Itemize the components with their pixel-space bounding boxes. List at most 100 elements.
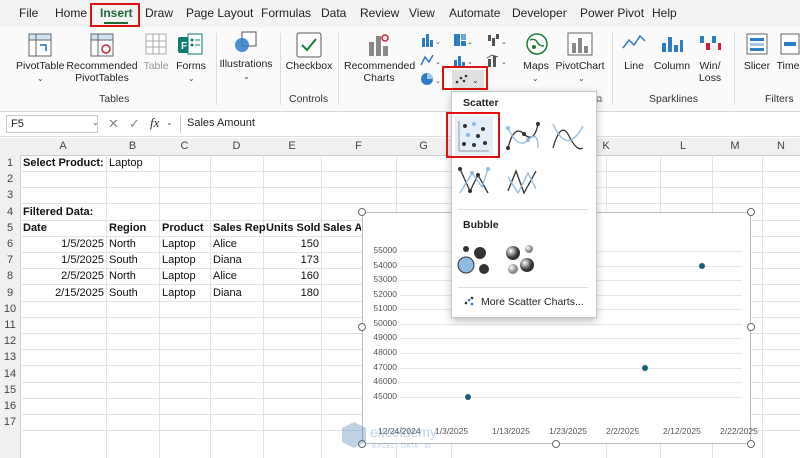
waterfall-chart-icon[interactable]: ⌄ bbox=[486, 32, 508, 51]
row-header[interactable]: 2 bbox=[0, 173, 20, 185]
resize-handle[interactable] bbox=[747, 208, 755, 216]
maps-label[interactable]: Maps bbox=[518, 60, 554, 72]
forms-icon[interactable]: F bbox=[178, 33, 204, 60]
menu-draw[interactable]: Draw bbox=[145, 6, 173, 20]
resize-handle[interactable] bbox=[552, 440, 560, 448]
menu-power-pivot[interactable]: Power Pivot bbox=[580, 6, 644, 20]
line-chart-icon[interactable]: ⌄ bbox=[420, 52, 442, 71]
table-cell-product[interactable]: Laptop bbox=[162, 287, 196, 299]
chevron-down-icon[interactable]: ⌄ bbox=[166, 118, 173, 127]
row-header[interactable]: 5 bbox=[0, 222, 20, 234]
insert-function-button[interactable]: fx bbox=[150, 115, 159, 131]
column-header-l[interactable]: L bbox=[660, 140, 706, 152]
name-box-chevron-icon[interactable]: ⌄ bbox=[92, 118, 99, 127]
menu-data[interactable]: Data bbox=[321, 6, 346, 20]
pie-chart-icon[interactable]: ⌄ bbox=[420, 71, 442, 90]
table-cell-region[interactable]: South bbox=[109, 254, 138, 266]
sparkline-winloss-icon[interactable] bbox=[698, 33, 722, 56]
chevron-down-icon[interactable]: ⌄ bbox=[243, 72, 250, 81]
sparkline-column-icon[interactable] bbox=[660, 33, 684, 56]
recommended-charts-label-1[interactable]: Recommended bbox=[344, 60, 415, 72]
cell-c5[interactable]: Product bbox=[162, 222, 204, 234]
scatter-point[interactable] bbox=[699, 262, 706, 269]
column-header-e[interactable]: E bbox=[263, 140, 321, 152]
scatter-point[interactable] bbox=[642, 364, 649, 371]
row-header[interactable]: 8 bbox=[0, 270, 20, 282]
table-cell-date[interactable]: 2/5/2025 bbox=[20, 270, 104, 282]
column-header-a[interactable]: A bbox=[20, 140, 106, 152]
row-header[interactable]: 10 bbox=[0, 303, 20, 315]
resize-handle[interactable] bbox=[358, 208, 366, 216]
scatter-smooth-lines-option[interactable] bbox=[548, 117, 586, 155]
hierarchy-chart-icon[interactable]: ⌄ bbox=[452, 32, 474, 51]
resize-handle[interactable] bbox=[358, 323, 366, 331]
menu-review[interactable]: Review bbox=[360, 6, 399, 20]
resize-handle[interactable] bbox=[747, 323, 755, 331]
pivottable-label[interactable]: PivotTable bbox=[16, 60, 64, 72]
table-cell-region[interactable]: South bbox=[109, 287, 138, 299]
bubble-option[interactable] bbox=[455, 240, 493, 278]
row-header[interactable]: 9 bbox=[0, 287, 20, 299]
cancel-icon[interactable]: ✕ bbox=[108, 116, 119, 132]
row-header[interactable]: 6 bbox=[0, 238, 20, 250]
column-header-n[interactable]: N bbox=[762, 140, 800, 152]
recommended-pivottables-icon[interactable] bbox=[90, 33, 114, 60]
row-header[interactable]: 16 bbox=[0, 400, 20, 412]
sparkline-winloss-label-2[interactable]: Loss bbox=[694, 72, 726, 84]
chevron-down-icon[interactable]: ⌄ bbox=[532, 74, 539, 83]
row-header[interactable]: 3 bbox=[0, 189, 20, 201]
column-header-f[interactable]: F bbox=[321, 140, 396, 152]
table-cell-date[interactable]: 1/5/2025 bbox=[20, 254, 104, 266]
scatter-straight-lines-markers-option[interactable] bbox=[455, 162, 493, 200]
column-header-b[interactable]: B bbox=[106, 140, 159, 152]
cell-a5[interactable]: Date bbox=[23, 222, 47, 234]
column-header-d[interactable]: D bbox=[210, 140, 263, 152]
table-cell-units[interactable]: 150 bbox=[263, 238, 319, 250]
recommended-charts-icon[interactable] bbox=[367, 32, 391, 61]
column-chart-icon[interactable]: ⌄ bbox=[420, 32, 442, 51]
row-header[interactable]: 11 bbox=[0, 319, 20, 331]
chevron-down-icon[interactable]: ⌄ bbox=[578, 74, 585, 83]
pivotchart-label[interactable]: PivotChart bbox=[552, 60, 608, 72]
table-cell-product[interactable]: Laptop bbox=[162, 254, 196, 266]
table-cell-region[interactable]: North bbox=[109, 270, 136, 282]
menu-page-layout[interactable]: Page Layout bbox=[186, 6, 253, 20]
scatter-smooth-lines-markers-option[interactable] bbox=[503, 117, 541, 155]
row-header[interactable]: 1 bbox=[0, 157, 20, 169]
menu-help[interactable]: Help bbox=[652, 6, 677, 20]
pivottable-icon[interactable] bbox=[28, 33, 52, 60]
menu-developer[interactable]: Developer bbox=[512, 6, 567, 20]
row-header[interactable]: 7 bbox=[0, 254, 20, 266]
cell-e5[interactable]: Units Sold bbox=[266, 222, 320, 234]
slicer-label[interactable]: Slicer bbox=[740, 60, 774, 72]
row-header[interactable]: 15 bbox=[0, 384, 20, 396]
cell-b5[interactable]: Region bbox=[109, 222, 146, 234]
table-cell-rep[interactable]: Diana bbox=[213, 287, 242, 299]
scatter-straight-lines-option[interactable] bbox=[503, 162, 541, 200]
row-header[interactable]: 13 bbox=[0, 351, 20, 363]
table-cell-rep[interactable]: Diana bbox=[213, 254, 242, 266]
name-box[interactable]: F5 bbox=[6, 115, 98, 133]
table-cell-date[interactable]: 2/15/2025 bbox=[20, 287, 104, 299]
table-cell-rep[interactable]: Alice bbox=[213, 238, 237, 250]
maps-icon[interactable] bbox=[525, 32, 549, 59]
sparkline-winloss-label-1[interactable]: Win/ bbox=[694, 60, 726, 72]
table-cell-rep[interactable]: Alice bbox=[213, 270, 237, 282]
row-header[interactable]: 17 bbox=[0, 416, 20, 428]
cell-f5[interactable]: Sales A bbox=[323, 222, 361, 234]
table-cell-date[interactable]: 1/5/2025 bbox=[20, 238, 104, 250]
recommended-charts-label-2[interactable]: Charts bbox=[344, 72, 414, 84]
pivotchart-icon[interactable] bbox=[567, 32, 593, 59]
cell-b1[interactable]: Laptop bbox=[109, 157, 143, 169]
row-header[interactable]: 12 bbox=[0, 335, 20, 347]
checkbox-label[interactable]: Checkbox bbox=[284, 60, 334, 72]
sparkline-line-label[interactable]: Line bbox=[618, 60, 650, 72]
table-cell-units[interactable]: 160 bbox=[263, 270, 319, 282]
cell-d5[interactable]: Sales Rep bbox=[213, 222, 266, 234]
forms-label[interactable]: Forms bbox=[172, 60, 210, 72]
column-header-g[interactable]: G bbox=[396, 140, 451, 152]
row-header[interactable]: 14 bbox=[0, 368, 20, 380]
table-cell-product[interactable]: Laptop bbox=[162, 270, 196, 282]
table-cell-units[interactable]: 180 bbox=[263, 287, 319, 299]
slicer-icon[interactable] bbox=[746, 33, 768, 58]
